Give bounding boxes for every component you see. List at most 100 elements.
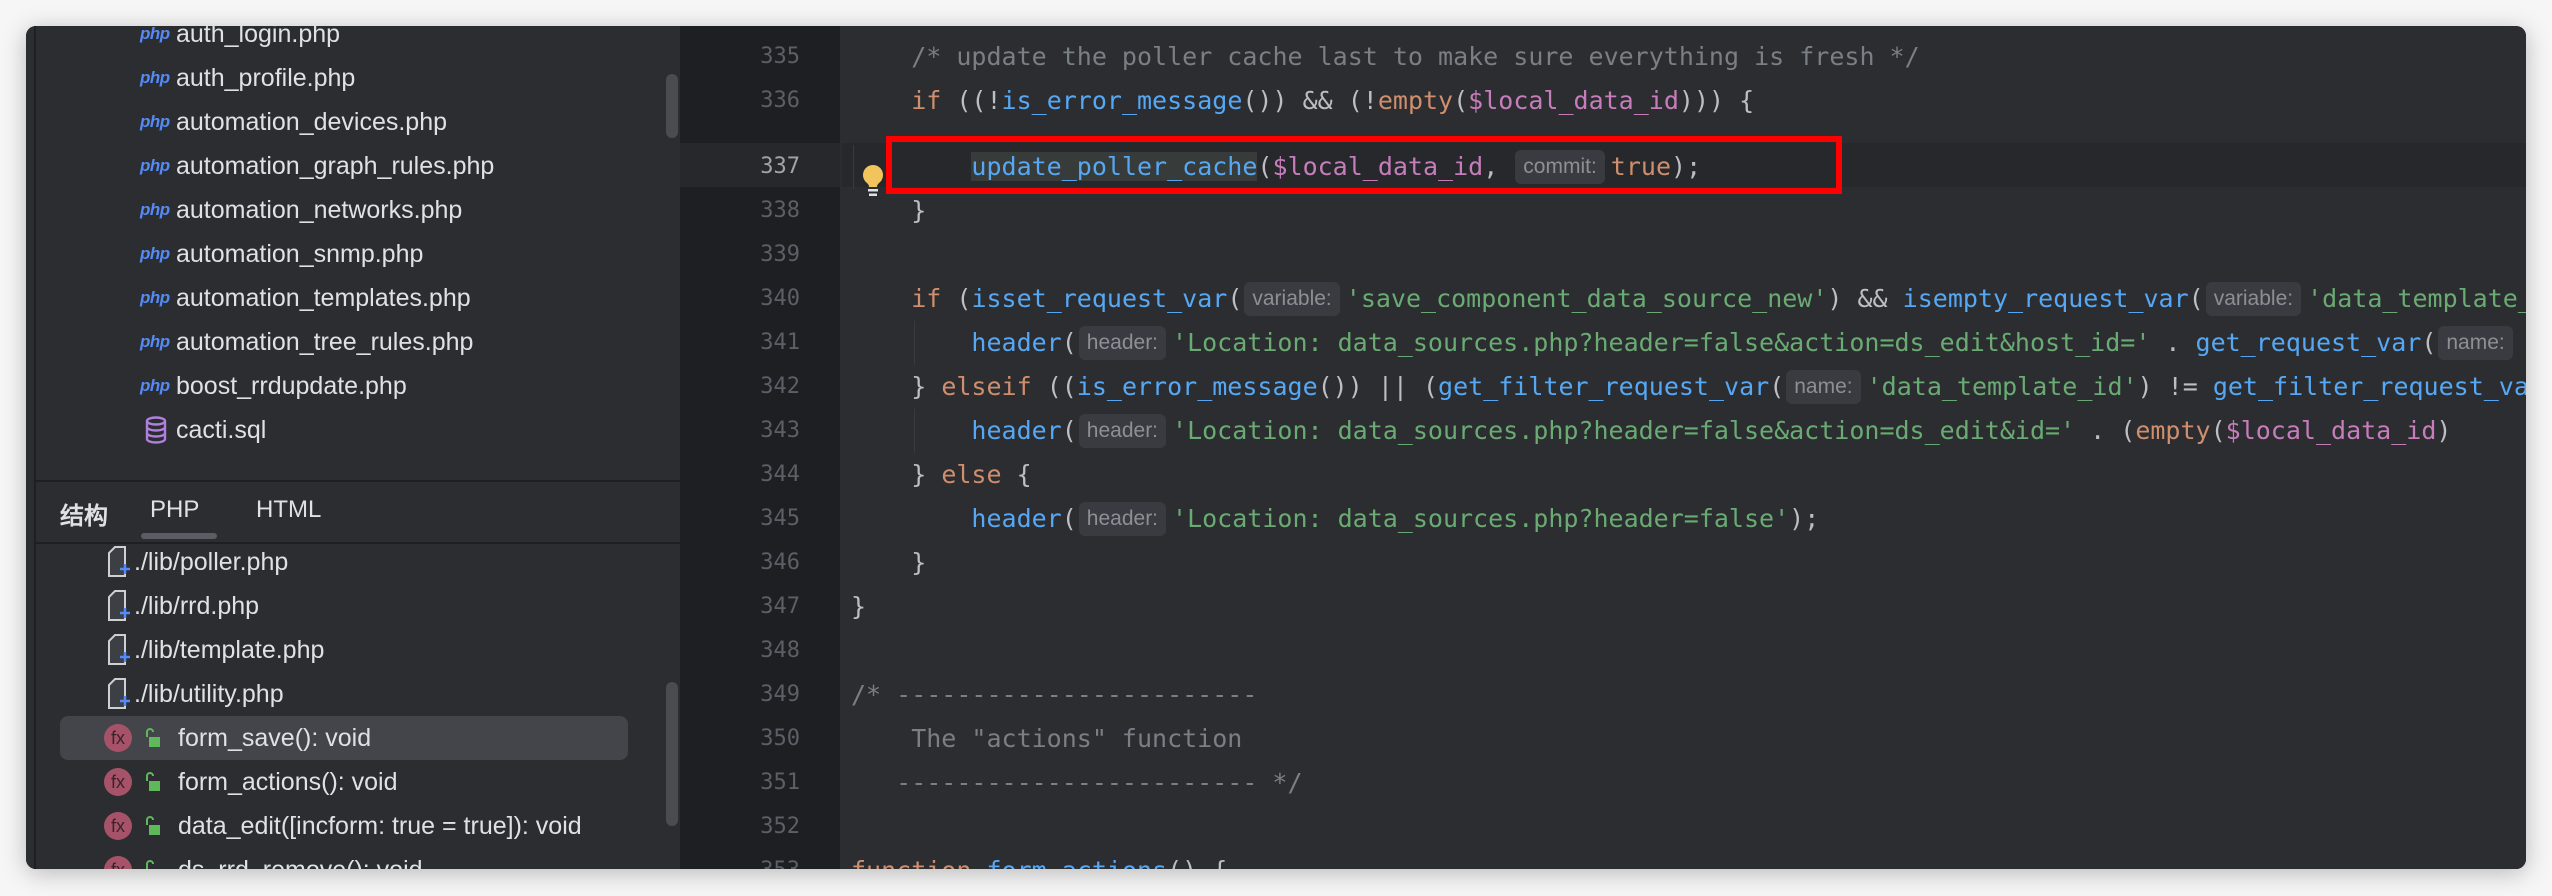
- include-label: ./lib/rrd.php: [134, 591, 260, 620]
- function-label: data_edit([incform: true = true]): void: [178, 811, 582, 840]
- code-line-340: if (isset_request_var(variable:'save_com…: [851, 277, 2526, 321]
- structure-title: 结构: [60, 503, 108, 530]
- line-number: 335: [760, 44, 800, 69]
- line-number: 344: [760, 462, 800, 487]
- tree-item-label: auth_login.php: [176, 26, 341, 48]
- tree-item[interactable]: php automation_networks.php: [36, 188, 462, 232]
- param-hint-variable: variable:: [2205, 282, 2302, 316]
- code-line-351: ------------------------ */: [851, 768, 1303, 797]
- code-line-350: The "actions" function: [851, 724, 1243, 753]
- tree-item-label: automation_templates.php: [176, 283, 471, 312]
- tree-item-label: auth_profile.php: [176, 63, 356, 92]
- php-file-icon: php: [140, 68, 170, 87]
- php-file-icon: php: [140, 244, 170, 263]
- tree-item[interactable]: php automation_snmp.php: [36, 232, 423, 276]
- include-item[interactable]: ./lib/template.php: [36, 628, 680, 672]
- tree-item[interactable]: php automation_devices.php: [36, 100, 447, 144]
- tree-item[interactable]: php automation_graph_rules.php: [36, 144, 494, 188]
- line-number: 336: [760, 88, 800, 113]
- include-file-icon: [106, 545, 132, 579]
- tree-item-label: automation_tree_rules.php: [176, 327, 474, 356]
- code-line-344: } else {: [911, 460, 1032, 489]
- code-line-336: if ((!is_error_message()) && (!empty($lo…: [911, 86, 1755, 115]
- include-label: ./lib/template.php: [134, 635, 325, 664]
- gutter-separator: [840, 26, 842, 869]
- tree-item-label: cacti.sql: [176, 415, 267, 444]
- unlocked-icon: [144, 816, 160, 836]
- include-label: ./lib/utility.php: [134, 679, 284, 708]
- code-line-349: /* ------------------------: [851, 680, 1258, 709]
- database-icon: [140, 416, 172, 444]
- ide-window: php auth_login.php php auth_profile.php …: [26, 26, 2526, 869]
- php-file-icon: php: [140, 288, 170, 307]
- function-icon: fx: [104, 768, 132, 796]
- function-item[interactable]: fx data_edit([incform: true = true]): vo…: [36, 804, 680, 848]
- tree-item[interactable]: php automation_templates.php: [36, 276, 471, 320]
- lightbulb-intention-icon[interactable]: [861, 164, 885, 198]
- code-line-341: header(header: 'Location: data_sources.ph…: [851, 321, 2519, 365]
- include-item[interactable]: ./lib/rrd.php: [36, 584, 680, 628]
- include-file-icon: [106, 633, 132, 667]
- line-number: 349: [760, 682, 800, 707]
- php-file-icon: php: [140, 376, 170, 395]
- line-number: 338: [760, 198, 800, 223]
- function-item[interactable]: fx ds_rrd_remove(): void: [36, 848, 680, 869]
- code-line-345: header(header: 'Location: data_sources.ph…: [851, 497, 1819, 541]
- line-number-current: 337: [760, 154, 800, 179]
- function-label: ds_rrd_remove(): void: [178, 856, 423, 870]
- tab-html[interactable]: HTML: [256, 496, 321, 524]
- code-line-346: }: [911, 548, 927, 577]
- php-file-icon: php: [140, 26, 170, 43]
- tree-item[interactable]: php boost_rrdupdate.php: [36, 364, 407, 408]
- tab-php[interactable]: PHP: [150, 496, 199, 524]
- line-number: 352: [760, 814, 800, 839]
- unlocked-icon: [144, 860, 160, 869]
- tree-item-label: automation_graph_rules.php: [176, 151, 495, 180]
- include-item[interactable]: ./lib/utility.php: [36, 672, 680, 716]
- line-number: 339: [760, 242, 800, 267]
- tree-item-label: automation_networks.php: [176, 195, 463, 224]
- code-line-347: }: [851, 592, 867, 621]
- php-file-icon: php: [140, 156, 170, 175]
- line-number: 351: [760, 770, 800, 795]
- tree-item[interactable]: php auth_login.php: [36, 26, 340, 56]
- function-item[interactable]: fx form_actions(): void: [36, 760, 680, 804]
- line-number: 341: [760, 330, 800, 355]
- param-hint-header: header:: [1078, 326, 1167, 360]
- line-number: 348: [760, 638, 800, 663]
- structure-list: ./lib/poller.php ./lib/rrd.php ./lib/tem…: [36, 542, 680, 869]
- line-number: 340: [760, 286, 800, 311]
- tree-item[interactable]: php auth_profile.php: [36, 56, 355, 100]
- function-icon: fx: [104, 856, 132, 869]
- function-icon: fx: [104, 812, 132, 840]
- line-number: 346: [760, 550, 800, 575]
- active-tab-indicator: [141, 533, 217, 539]
- function-label: form_actions(): void: [178, 767, 398, 796]
- line-number: 343: [760, 418, 800, 443]
- structure-scrollbar[interactable]: [666, 682, 678, 826]
- project-tree-scrollbar[interactable]: [666, 74, 678, 138]
- left-panel: php auth_login.php php auth_profile.php …: [36, 26, 682, 869]
- tree-item[interactable]: cacti.sql: [36, 408, 266, 452]
- param-hint-header: header:: [1078, 414, 1167, 448]
- code-line-353: function form_actions() {: [851, 849, 1227, 869]
- tree-item-label: boost_rrdupdate.php: [176, 371, 407, 400]
- unlocked-icon: [144, 772, 160, 792]
- code-line-335: /* update the poller cache last to make …: [911, 42, 1920, 71]
- include-label: ./lib/poller.php: [134, 547, 289, 576]
- php-file-icon: php: [140, 112, 170, 131]
- structure-tab-bar: 结构 PHP HTML: [36, 480, 680, 544]
- tree-item[interactable]: php automation_tree_rules.php: [36, 320, 473, 364]
- php-file-icon: php: [140, 200, 170, 219]
- tree-item-label: automation_devices.php: [176, 107, 448, 136]
- function-icon: fx: [104, 724, 132, 752]
- php-file-icon: php: [140, 332, 170, 351]
- include-item[interactable]: ./lib/poller.php: [36, 542, 680, 584]
- line-number: 347: [760, 594, 800, 619]
- include-file-icon: [106, 677, 132, 711]
- function-item-selected[interactable]: fx form_save(): void: [36, 716, 680, 760]
- function-label: form_save(): void: [178, 723, 372, 752]
- code-line-342: } elseif ((is_error_message()) || (get_f…: [851, 365, 2526, 409]
- param-hint-name: name:: [1786, 370, 1861, 404]
- param-hint-header: header:: [1078, 502, 1167, 536]
